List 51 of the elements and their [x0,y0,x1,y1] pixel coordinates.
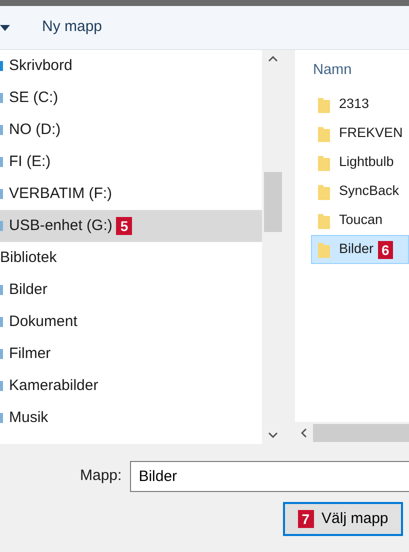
scrollbar-thumb[interactable] [313,424,409,442]
drive-icon [0,349,3,359]
scroll-up-icon[interactable] [268,56,278,62]
folder-icon [318,154,330,170]
drive-icon [0,413,3,423]
drive-icon [0,93,3,103]
nav-item[interactable]: FI (E:) [9,150,51,174]
nav-item[interactable]: Bibliotek [0,246,57,270]
folder-icon [318,96,330,112]
nav-item[interactable]: NO (D:) [9,118,61,142]
drive-icon [0,157,3,167]
folder-icon [318,126,330,142]
file-name[interactable]: Lightbulb [339,152,394,173]
file-name[interactable]: FREKVEN [339,123,403,144]
folder-field[interactable]: Bilder [130,461,409,492]
folder-icon [318,184,330,200]
drive-icon [0,317,3,327]
file-row-highlight[interactable]: Bilder 6 [311,235,409,264]
nav-item[interactable]: Filmer [9,342,51,366]
nav-item[interactable]: Musik [9,406,48,430]
nav-item-highlight[interactable]: USB-enhet (G:) 5 [0,210,262,242]
callout-number: 6 [378,240,394,258]
new-folder-button[interactable]: Ny mapp [34,12,110,43]
nav-item[interactable]: VERBATIM (F:) [9,182,112,206]
select-folder-button[interactable]: 7 Välj mapp [283,502,403,536]
nav-item[interactable]: Kamerabilder [9,374,98,398]
callout-number: 7 [298,510,314,528]
folder-icon [318,242,330,258]
file-name[interactable]: Toucan [339,210,383,231]
nav-item[interactable]: Skrivbord [9,54,72,78]
file-name[interactable]: 2313 [339,94,370,115]
drive-icon [0,189,3,199]
drive-icon [0,221,3,231]
nav-item[interactable]: USB-enhet (G:) [9,214,112,238]
drive-icon [0,381,3,391]
folder-label: Mapp: [80,466,122,486]
scrollbar-thumb[interactable] [264,172,282,232]
nav-item[interactable]: Dokument [9,310,78,334]
nav-item[interactable]: SE (C:) [9,86,58,110]
drive-icon [0,61,3,71]
drive-icon [0,285,3,295]
name-column-header[interactable]: Namn [313,60,409,90]
file-name[interactable]: SyncBack [339,181,400,202]
scroll-left-icon[interactable] [301,428,307,438]
caret-icon[interactable] [0,24,10,30]
file-name[interactable]: Bilder [339,239,374,260]
drive-icon [0,125,3,135]
folder-icon [318,212,330,228]
callout-number: 5 [116,217,132,235]
nav-item[interactable]: Bilder [9,278,48,302]
scroll-down-icon[interactable] [268,432,278,438]
